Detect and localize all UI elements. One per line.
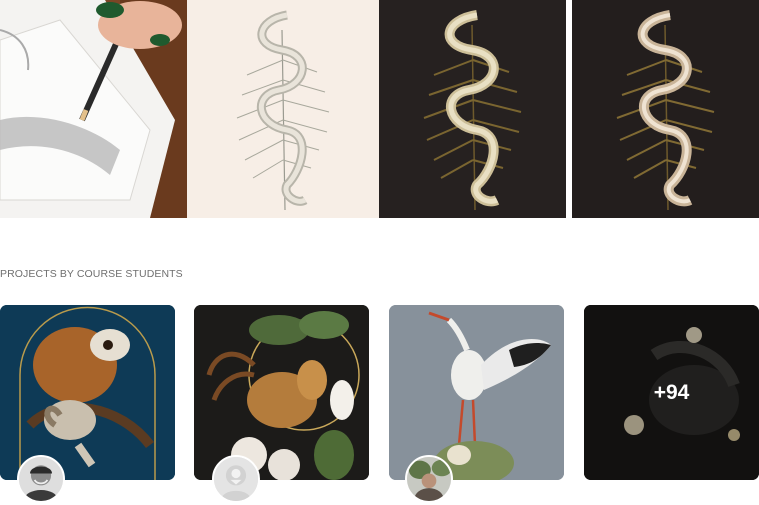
hero-image-pencil-sketch [187, 0, 379, 218]
project-card-stork[interactable] [389, 305, 564, 480]
hero-image-sketching [0, 0, 187, 218]
projects-section-label: PROJECTS BY COURSE STUDENTS [0, 268, 183, 280]
more-projects-count[interactable]: +94 [584, 305, 759, 480]
hero-image-dark-snake-a [379, 0, 566, 218]
project-card-deer-lilies[interactable] [194, 305, 369, 480]
course-hero-strip [0, 0, 759, 218]
student-avatar-3[interactable] [405, 455, 453, 503]
project-card-more-projects[interactable]: +94 [584, 305, 759, 480]
hero-image-dark-snake-b [572, 0, 759, 218]
student-avatar-2-placeholder[interactable] [212, 455, 260, 503]
project-card-owl-ram[interactable] [0, 305, 175, 480]
student-avatar-1[interactable] [17, 455, 65, 503]
